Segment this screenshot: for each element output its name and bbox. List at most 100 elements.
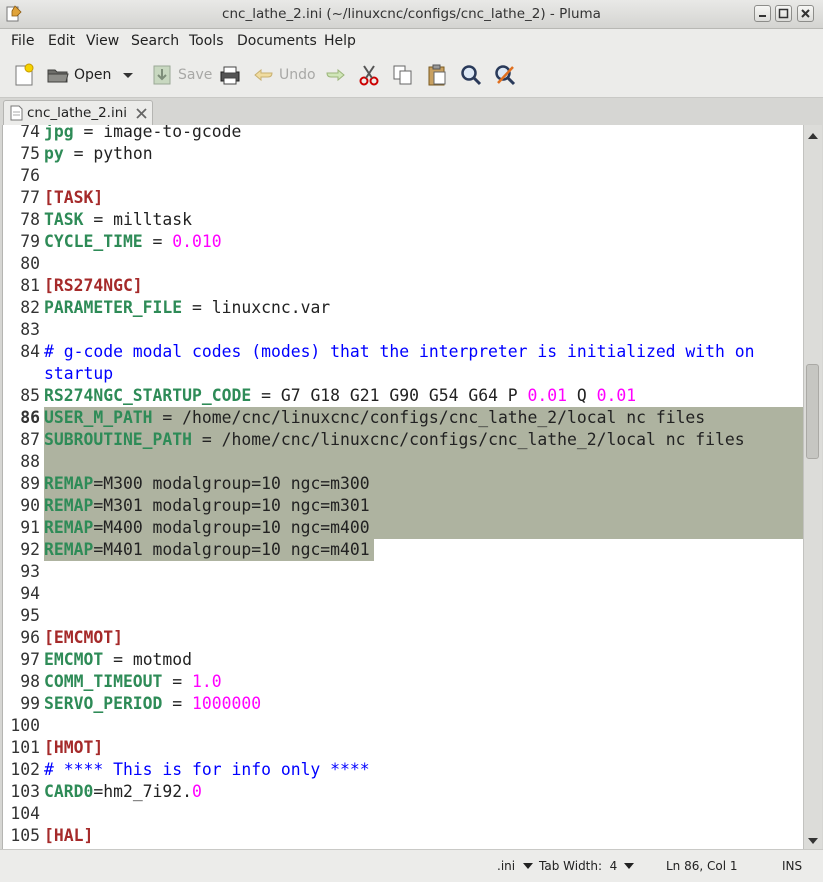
line-number: 87 bbox=[20, 430, 40, 449]
code-token: Q bbox=[567, 386, 597, 405]
code-line[interactable]: 99 SERVO_PERIOD = 1000000 bbox=[3, 693, 804, 715]
code-line[interactable]: 88 bbox=[3, 451, 804, 473]
search-replace-button[interactable] bbox=[493, 63, 517, 87]
code-line[interactable]: 79 CYCLE_TIME = 0.010 bbox=[3, 231, 804, 253]
minimize-button[interactable] bbox=[754, 5, 771, 22]
menu-search[interactable]: Search bbox=[131, 33, 179, 49]
code-line[interactable]: 77 [TASK] bbox=[3, 187, 804, 209]
menu-file[interactable]: File bbox=[11, 33, 34, 49]
line-number: 95 bbox=[20, 606, 40, 625]
code-line[interactable]: 84 # g-code modal codes (modes) that the … bbox=[3, 341, 804, 363]
scroll-up-arrow-icon[interactable] bbox=[807, 129, 819, 145]
maximize-button[interactable] bbox=[775, 5, 792, 22]
copy-button[interactable] bbox=[391, 63, 415, 87]
cut-button[interactable] bbox=[357, 63, 381, 87]
code-line[interactable]: 80 bbox=[3, 253, 804, 275]
code-line[interactable]: 78 TASK = milltask bbox=[3, 209, 804, 231]
line-number: 86 bbox=[20, 408, 40, 427]
undo-button[interactable]: Undo bbox=[252, 63, 316, 87]
open-button[interactable]: Open bbox=[46, 63, 111, 87]
search-button[interactable] bbox=[459, 63, 483, 87]
code-line[interactable]: 91 REMAP=M400 modalgroup=10 ngc=m400 bbox=[3, 517, 804, 539]
line-number: 76 bbox=[20, 166, 40, 185]
save-button[interactable]: Save bbox=[150, 63, 212, 87]
vertical-scrollbar[interactable] bbox=[803, 125, 822, 849]
chevron-down-icon bbox=[523, 863, 534, 869]
code-line[interactable]: 102 # **** This is for info only **** bbox=[3, 759, 804, 781]
code-line[interactable]: 83 bbox=[3, 319, 804, 341]
code-line[interactable]: 105 [HAL] bbox=[3, 825, 804, 847]
menu-documents[interactable]: Documents bbox=[237, 33, 317, 49]
line-number: 90 bbox=[20, 496, 40, 515]
code-line[interactable]: 76 bbox=[3, 165, 804, 187]
menu-tools[interactable]: Tools bbox=[189, 33, 224, 49]
window-title: cnc_lathe_2.ini (~/linuxcnc/configs/cnc_… bbox=[222, 6, 601, 22]
code-line[interactable]: 101 [HMOT] bbox=[3, 737, 804, 759]
scrollbar-thumb[interactable] bbox=[806, 364, 819, 459]
search-icon bbox=[461, 65, 482, 86]
menu-view[interactable]: View bbox=[86, 33, 119, 49]
code-line[interactable]: 95 bbox=[3, 605, 804, 627]
line-number: 79 bbox=[20, 232, 40, 251]
code-line[interactable]: 94 bbox=[3, 583, 804, 605]
code-line[interactable]: 82 PARAMETER_FILE = linuxcnc.var bbox=[3, 297, 804, 319]
line-number: 82 bbox=[20, 298, 40, 317]
code-token: = bbox=[142, 232, 173, 251]
code-line[interactable]: 90 REMAP=M301 modalgroup=10 ngc=m301 bbox=[3, 495, 804, 517]
menu-edit[interactable]: Edit bbox=[48, 33, 75, 49]
new-document-icon bbox=[15, 63, 34, 86]
code-line[interactable]: startup bbox=[3, 363, 804, 385]
code-line[interactable]: 74 jpg = image-to-gcode bbox=[3, 125, 804, 143]
redo-button[interactable] bbox=[323, 63, 347, 87]
code-line[interactable]: 93 bbox=[3, 561, 804, 583]
printer-icon bbox=[220, 66, 240, 85]
code-text: [HMOT] bbox=[44, 737, 103, 759]
code-line[interactable]: 89 REMAP=M300 modalgroup=10 ngc=m300 bbox=[3, 473, 804, 495]
code-token: [RS274NGC] bbox=[44, 276, 143, 295]
new-document-button[interactable] bbox=[12, 63, 36, 87]
line-number: 102 bbox=[10, 760, 40, 779]
text-editor[interactable]: 74 jpg = image-to-gcode 75 py = python 76 77[… bbox=[2, 125, 804, 849]
code-token: CYCLE_TIME bbox=[44, 232, 143, 251]
code-line[interactable]: 98 COMM_TIMEOUT = 1.0 bbox=[3, 671, 804, 693]
line-number: 94 bbox=[20, 584, 40, 603]
line-number: 104 bbox=[10, 804, 40, 823]
code-token: 1.0 bbox=[192, 672, 222, 691]
copy-icon bbox=[393, 65, 412, 85]
code-line[interactable]: 81 [RS274NGC] bbox=[3, 275, 804, 297]
code-text: TASK = milltask bbox=[44, 209, 192, 231]
code-token: 0.010 bbox=[172, 232, 222, 251]
close-tab-icon[interactable] bbox=[136, 107, 147, 123]
code-token: # **** This is for info only **** bbox=[44, 760, 370, 779]
code-token: startup bbox=[44, 364, 114, 383]
print-button[interactable] bbox=[218, 63, 242, 87]
scroll-down-arrow-icon[interactable] bbox=[807, 834, 819, 850]
code-line[interactable]: 86 USER_M_PATH = /home/cnc/linuxcnc/confi… bbox=[3, 407, 804, 429]
code-token: =M401 modalgroup=10 ngc=m401 bbox=[93, 540, 370, 559]
code-line[interactable]: 103 CARD0=hm2_7i92.0 bbox=[3, 781, 804, 803]
code-text: PARAMETER_FILE = linuxcnc.var bbox=[44, 297, 330, 319]
code-line[interactable]: 85 RS274NGC_STARTUP_CODE = G7 G18 G21 G90… bbox=[3, 385, 804, 407]
line-number: 80 bbox=[20, 254, 40, 273]
tab-cnc-lathe-2-ini[interactable]: cnc_lathe_2.ini bbox=[3, 100, 153, 125]
code-line[interactable]: 104 bbox=[3, 803, 804, 825]
line-number: 91 bbox=[20, 518, 40, 537]
code-token: = /home/cnc/linuxcnc/configs/cnc_lathe_2… bbox=[192, 430, 745, 449]
code-line[interactable]: 96 [EMCMOT] bbox=[3, 627, 804, 649]
language-label: .ini bbox=[497, 859, 516, 873]
language-selector[interactable]: .ini bbox=[497, 859, 535, 873]
open-recent-dropdown[interactable] bbox=[121, 63, 135, 87]
paste-button[interactable] bbox=[425, 63, 449, 87]
open-label: Open bbox=[74, 67, 112, 83]
close-window-button[interactable] bbox=[797, 5, 814, 22]
code-line[interactable]: 97 EMCMOT = motmod bbox=[3, 649, 804, 671]
code-token: # g-code modal codes (modes) that the in… bbox=[44, 342, 755, 361]
code-token: = motmod bbox=[103, 650, 193, 669]
code-line[interactable]: 92 REMAP=M401 modalgroup=10 ngc=m401 bbox=[3, 539, 804, 561]
tab-width-selector[interactable]: Tab Width: 4 bbox=[539, 859, 636, 873]
code-line[interactable]: 100 bbox=[3, 715, 804, 737]
code-text: COMM_TIMEOUT = 1.0 bbox=[44, 671, 222, 693]
code-line[interactable]: 75 py = python bbox=[3, 143, 804, 165]
code-line[interactable]: 87 SUBROUTINE_PATH = /home/cnc/linuxcnc/c… bbox=[3, 429, 804, 451]
menu-help[interactable]: Help bbox=[324, 33, 356, 49]
